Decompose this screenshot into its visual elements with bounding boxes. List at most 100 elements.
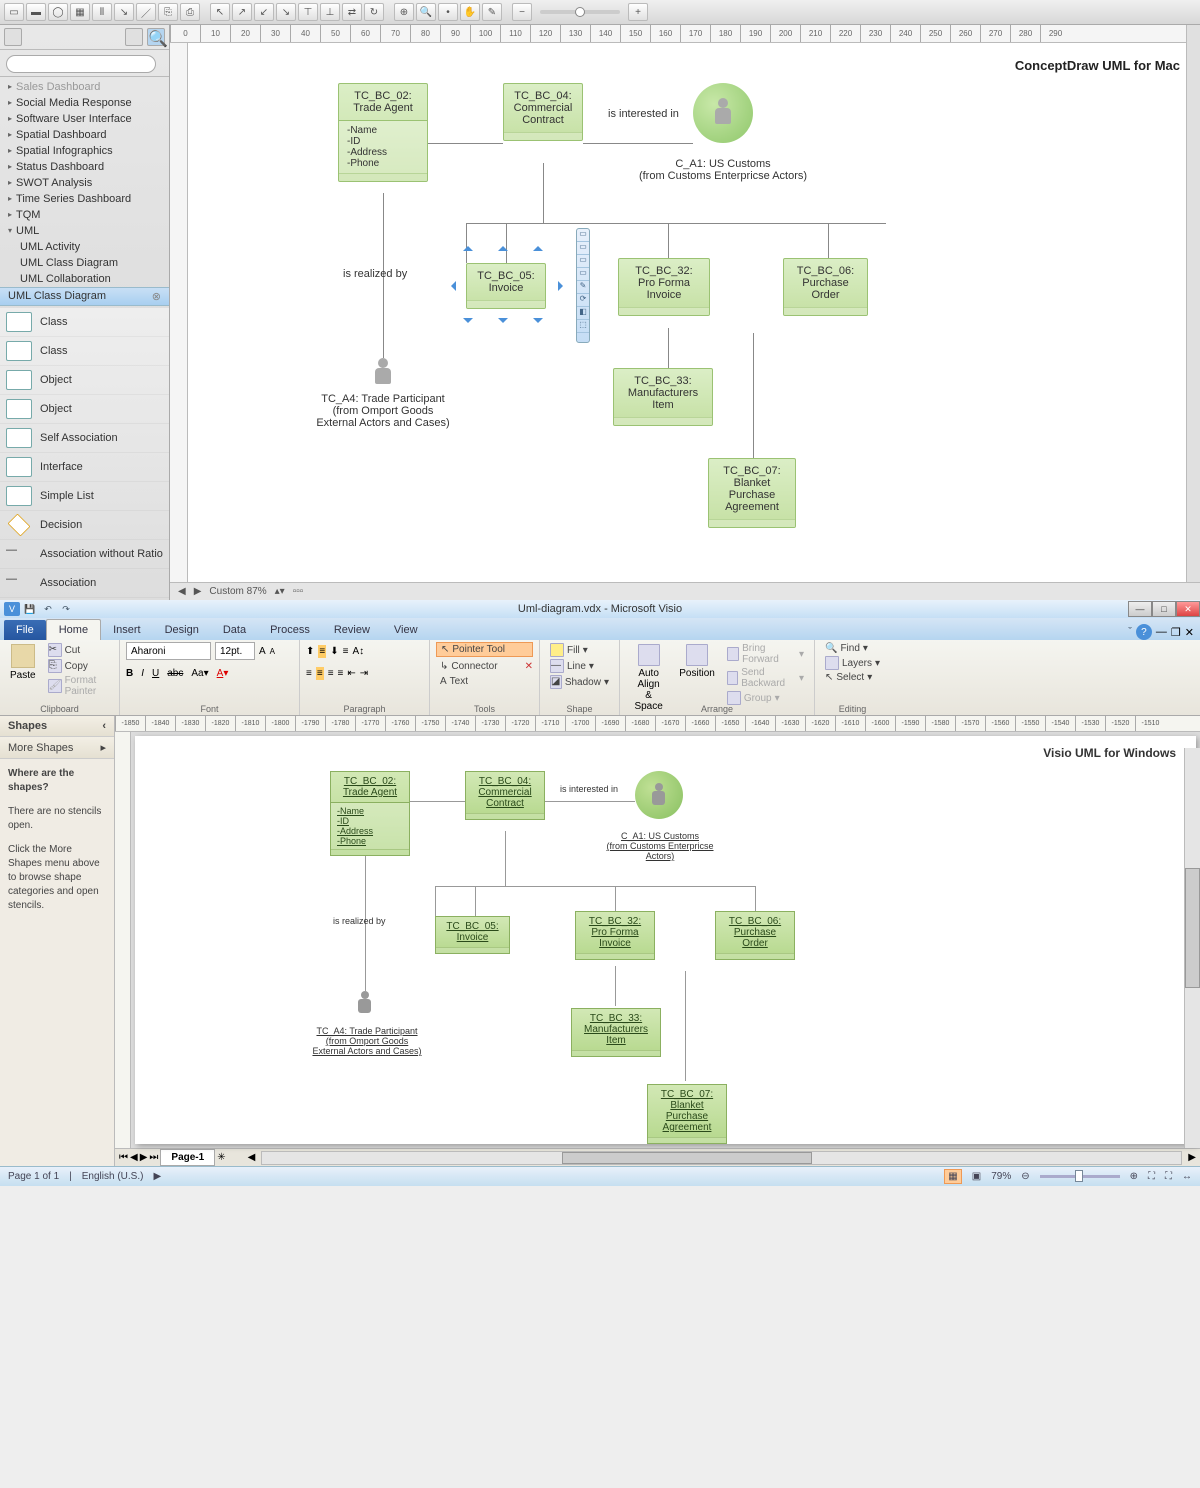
redo-icon[interactable]: ↷ <box>58 602 74 616</box>
tab-review[interactable]: Review <box>322 620 382 640</box>
shadow-button[interactable]: ◪Shadow▾ <box>546 674 613 690</box>
outdent-icon[interactable]: ⇤ <box>347 668 355 679</box>
zoom-plus[interactable]: + <box>628 3 648 21</box>
layers-button[interactable]: Layers▾ <box>821 655 884 671</box>
tree-child[interactable]: UML Activity <box>0 239 169 255</box>
align-middle-icon[interactable]: ≡ <box>318 645 326 658</box>
page-icons[interactable]: ▫▫▫ <box>293 586 304 597</box>
shrink-font-icon[interactable]: A <box>270 647 275 656</box>
macro-icon[interactable]: ▶ <box>153 1171 161 1182</box>
uml-commercial-contract[interactable]: TC_BC_04: Commercial Contract <box>503 83 583 141</box>
copy-button[interactable]: ⎘Copy <box>44 658 113 674</box>
fit-width-icon[interactable]: ⛶ <box>1165 1171 1172 1182</box>
switch-window-icon[interactable]: ↔ <box>1182 1171 1192 1182</box>
copy-tool[interactable]: ⎘ <box>158 3 178 21</box>
save-icon[interactable]: 💾 <box>22 602 38 616</box>
bullets-icon[interactable]: ≡ <box>343 646 349 657</box>
align-center-icon[interactable]: ≡ <box>316 667 324 680</box>
italic-button[interactable]: I <box>141 668 144 679</box>
grow-font-icon[interactable]: A <box>259 646 266 657</box>
maximize-button[interactable]: □ <box>1152 601 1176 617</box>
zoom-slider[interactable] <box>540 10 620 14</box>
tab-data[interactable]: Data <box>211 620 258 640</box>
zoom-minus[interactable]: − <box>512 3 532 21</box>
tree-item[interactable]: ▸Social Media Response <box>0 95 169 111</box>
v-manufacturers[interactable]: TC_BC_33: Manufacturers Item <box>571 1008 661 1057</box>
shape-class[interactable]: Class <box>0 308 169 337</box>
selection-handle[interactable] <box>498 318 508 328</box>
align-left-icon[interactable]: ≡ <box>306 668 312 679</box>
fill-button[interactable]: Fill▾ <box>546 642 613 658</box>
font-size-input[interactable] <box>215 642 255 660</box>
pointer-tool-button[interactable]: ↖Pointer Tool <box>436 642 533 657</box>
doc-minimize-icon[interactable]: — <box>1156 626 1167 638</box>
tree-item[interactable]: ▸TQM <box>0 207 169 223</box>
arrow3-tool[interactable]: ↙ <box>254 3 274 21</box>
tree-item[interactable]: ▸Software User Interface <box>0 111 169 127</box>
visio-scrollbar-h[interactable] <box>261 1151 1182 1165</box>
selection-handle[interactable] <box>446 281 456 291</box>
v-purchase[interactable]: TC_BC_06: Purchase Order <box>715 911 795 960</box>
visio-canvas[interactable]: Visio UML for Windows TC_BC_02: Trade Ag… <box>135 736 1196 1144</box>
delete-icon[interactable]: ✕ <box>525 661 533 672</box>
format-painter-button[interactable]: 🖌Format Painter <box>44 674 113 698</box>
zoom-fit-tool[interactable]: ⊕ <box>394 3 414 21</box>
tree-item[interactable]: ▸Sales Dashboard <box>0 79 169 95</box>
undo-icon[interactable]: ↶ <box>40 602 56 616</box>
strike-button[interactable]: abc <box>167 668 183 679</box>
page-tab[interactable]: Page-1 <box>160 1149 215 1166</box>
tree-item[interactable]: ▸SWOT Analysis <box>0 175 169 191</box>
bring-forward-button[interactable]: Bring Forward▾ <box>723 642 808 666</box>
status-lang[interactable]: English (U.S.) <box>82 1171 144 1182</box>
list-view-icon[interactable] <box>125 28 143 46</box>
collapse-ribbon-icon[interactable]: ˇ <box>1128 626 1132 638</box>
view-normal-icon[interactable]: ▦ <box>944 1169 961 1184</box>
connect-tool[interactable]: ↘ <box>114 3 134 21</box>
tree-selected[interactable]: UML Class Diagram⊗ <box>0 287 169 306</box>
shape-simplelist[interactable]: Simple List <box>0 482 169 511</box>
tab-process[interactable]: Process <box>258 620 322 640</box>
selection-handle[interactable] <box>463 318 473 328</box>
doc-restore-icon[interactable]: ❐ <box>1171 626 1181 639</box>
eyedrop-tool[interactable]: ✎ <box>482 3 502 21</box>
zoom-in-icon[interactable]: ⊕ <box>1130 1171 1138 1182</box>
pointer-tool[interactable]: ▭ <box>4 3 24 21</box>
text-direction-icon[interactable]: A↕ <box>352 646 364 657</box>
help-icon[interactable]: ? <box>1136 624 1152 640</box>
send-backward-button[interactable]: Send Backward▾ <box>723 666 808 690</box>
find-button[interactable]: 🔍Find▾ <box>821 642 884 655</box>
new-page-icon[interactable]: ✳ <box>217 1152 225 1163</box>
doc-close-icon[interactable]: ✕ <box>1185 626 1194 639</box>
zoom-out-tool[interactable]: • <box>438 3 458 21</box>
tree-item[interactable]: ▸Status Dashboard <box>0 159 169 175</box>
uml-blanket[interactable]: TC_BC_07: Blanket Purchase Agreement <box>708 458 796 528</box>
ellipse-tool[interactable]: ◯ <box>48 3 68 21</box>
shapes-header[interactable]: Shapes‹ <box>0 716 114 737</box>
align-right-icon[interactable]: ≡ <box>328 668 334 679</box>
visio-scrollbar-v[interactable] <box>1184 748 1200 1148</box>
search-icon[interactable]: 🔍 <box>147 28 165 46</box>
hand-tool[interactable]: ✋ <box>460 3 480 21</box>
search-input[interactable] <box>6 55 156 73</box>
line-tool[interactable]: ／ <box>136 3 156 21</box>
shape-assoc[interactable]: —Association <box>0 569 169 598</box>
close-button[interactable]: ✕ <box>1176 601 1200 617</box>
status-zoom[interactable]: 79% <box>991 1171 1011 1182</box>
fit-page-icon[interactable]: ⛶ <box>1148 1171 1155 1182</box>
line-button[interactable]: —Line▾ <box>546 658 613 674</box>
shape-class2[interactable]: Class <box>0 337 169 366</box>
align-tool[interactable]: ⫴ <box>92 3 112 21</box>
connector-button[interactable]: ↳Connector <box>436 660 502 673</box>
uml-proforma[interactable]: TC_BC_32: Pro Forma Invoice <box>618 258 710 316</box>
visio-icon[interactable]: V <box>4 602 20 616</box>
v-blanket[interactable]: TC_BC_07: Blanket Purchase Agreement <box>647 1084 727 1144</box>
v-trade-agent[interactable]: TC_BC_02: Trade Agent -Name -ID -Address… <box>330 771 410 856</box>
paste-button[interactable]: Paste <box>6 642 40 698</box>
shape-object[interactable]: Object <box>0 366 169 395</box>
uml-manufacturers[interactable]: TC_BC_33: Manufacturers Item <box>613 368 713 426</box>
shape-selfassoc[interactable]: Self Association <box>0 424 169 453</box>
uml-invoice[interactable]: TC_BC_05: Invoice <box>466 263 546 309</box>
cd-scrollbar-v[interactable] <box>1186 25 1200 582</box>
cd-canvas[interactable]: ConceptDraw UML for Mac TC_BC_02 <box>188 43 1200 582</box>
selection-handle[interactable] <box>498 241 508 251</box>
